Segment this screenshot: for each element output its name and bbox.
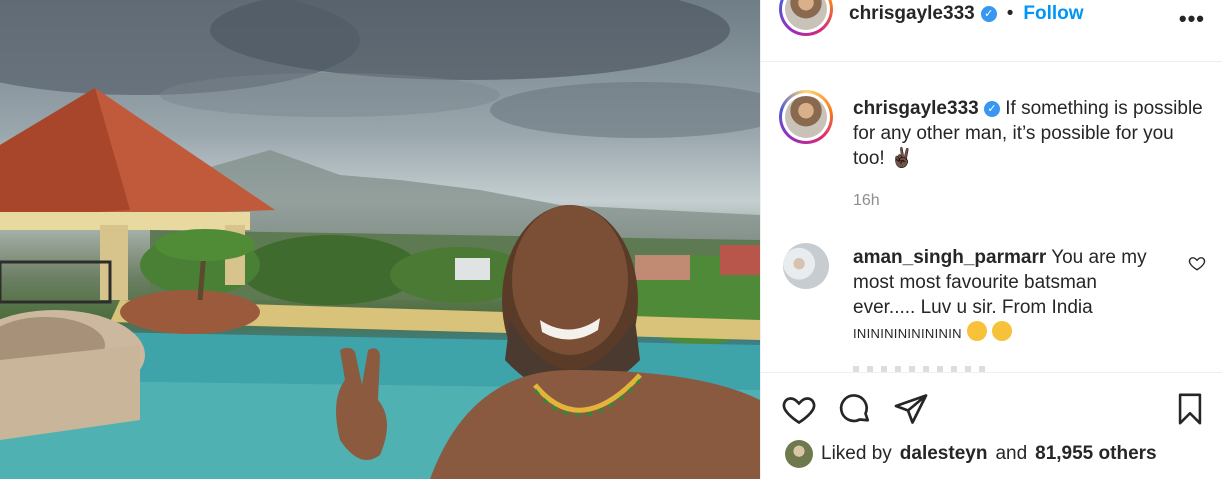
- likes-middle: and: [995, 443, 1028, 464]
- caption-username[interactable]: chrisgayle333: [853, 98, 979, 119]
- commenter-avatar[interactable]: [783, 243, 829, 289]
- author-username[interactable]: chrisgayle333: [849, 3, 975, 25]
- verified-badge-icon: ✓: [983, 100, 1000, 117]
- liker-avatar[interactable]: [785, 440, 813, 468]
- heart-icon[interactable]: [781, 391, 817, 427]
- post-caption: chrisgayle333 ✓ If something is possible…: [853, 96, 1203, 171]
- header-user-row: chrisgayle333 ✓ • Follow: [849, 3, 1084, 25]
- paper-plane-icon[interactable]: [893, 391, 929, 427]
- post-header: chrisgayle333 ✓ • Follow •••: [761, 0, 1222, 62]
- kiss-emoji-icon: [992, 321, 1013, 341]
- post-side-panel: chrisgayle333 ✓ • Follow ••• chrisgayle3…: [760, 0, 1222, 479]
- likes-count[interactable]: 81,955 others: [1035, 443, 1156, 465]
- kiss-emoji-icon: [967, 321, 988, 341]
- comment-username[interactable]: aman_singh_parmarr: [853, 247, 1046, 268]
- verified-badge-icon: ✓: [980, 6, 997, 22]
- separator-dot: •: [1006, 3, 1014, 24]
- likes-prefix: Liked by: [821, 443, 892, 464]
- more-options-icon[interactable]: •••: [1179, 6, 1205, 32]
- comment-like-heart-icon[interactable]: [1188, 254, 1206, 272]
- comment-bubble-icon[interactable]: [837, 391, 873, 427]
- comment-flags: ININININININININ: [853, 326, 962, 341]
- comment-item: aman_singh_parmarr You are my most most …: [853, 245, 1163, 346]
- bookmark-icon[interactable]: [1173, 391, 1207, 427]
- likes-summary: Liked by dalesteyn and 81,955 others: [785, 440, 1157, 468]
- photo-scene: [0, 0, 760, 479]
- post-timestamp[interactable]: 16h: [853, 192, 880, 210]
- caption-avatar[interactable]: [785, 96, 827, 138]
- follow-button[interactable]: Follow: [1023, 3, 1083, 25]
- liker-username[interactable]: dalesteyn: [900, 443, 988, 465]
- instagram-post: chrisgayle333 ✓ • Follow ••• chrisgayle3…: [0, 0, 1222, 479]
- post-photo[interactable]: [0, 0, 760, 479]
